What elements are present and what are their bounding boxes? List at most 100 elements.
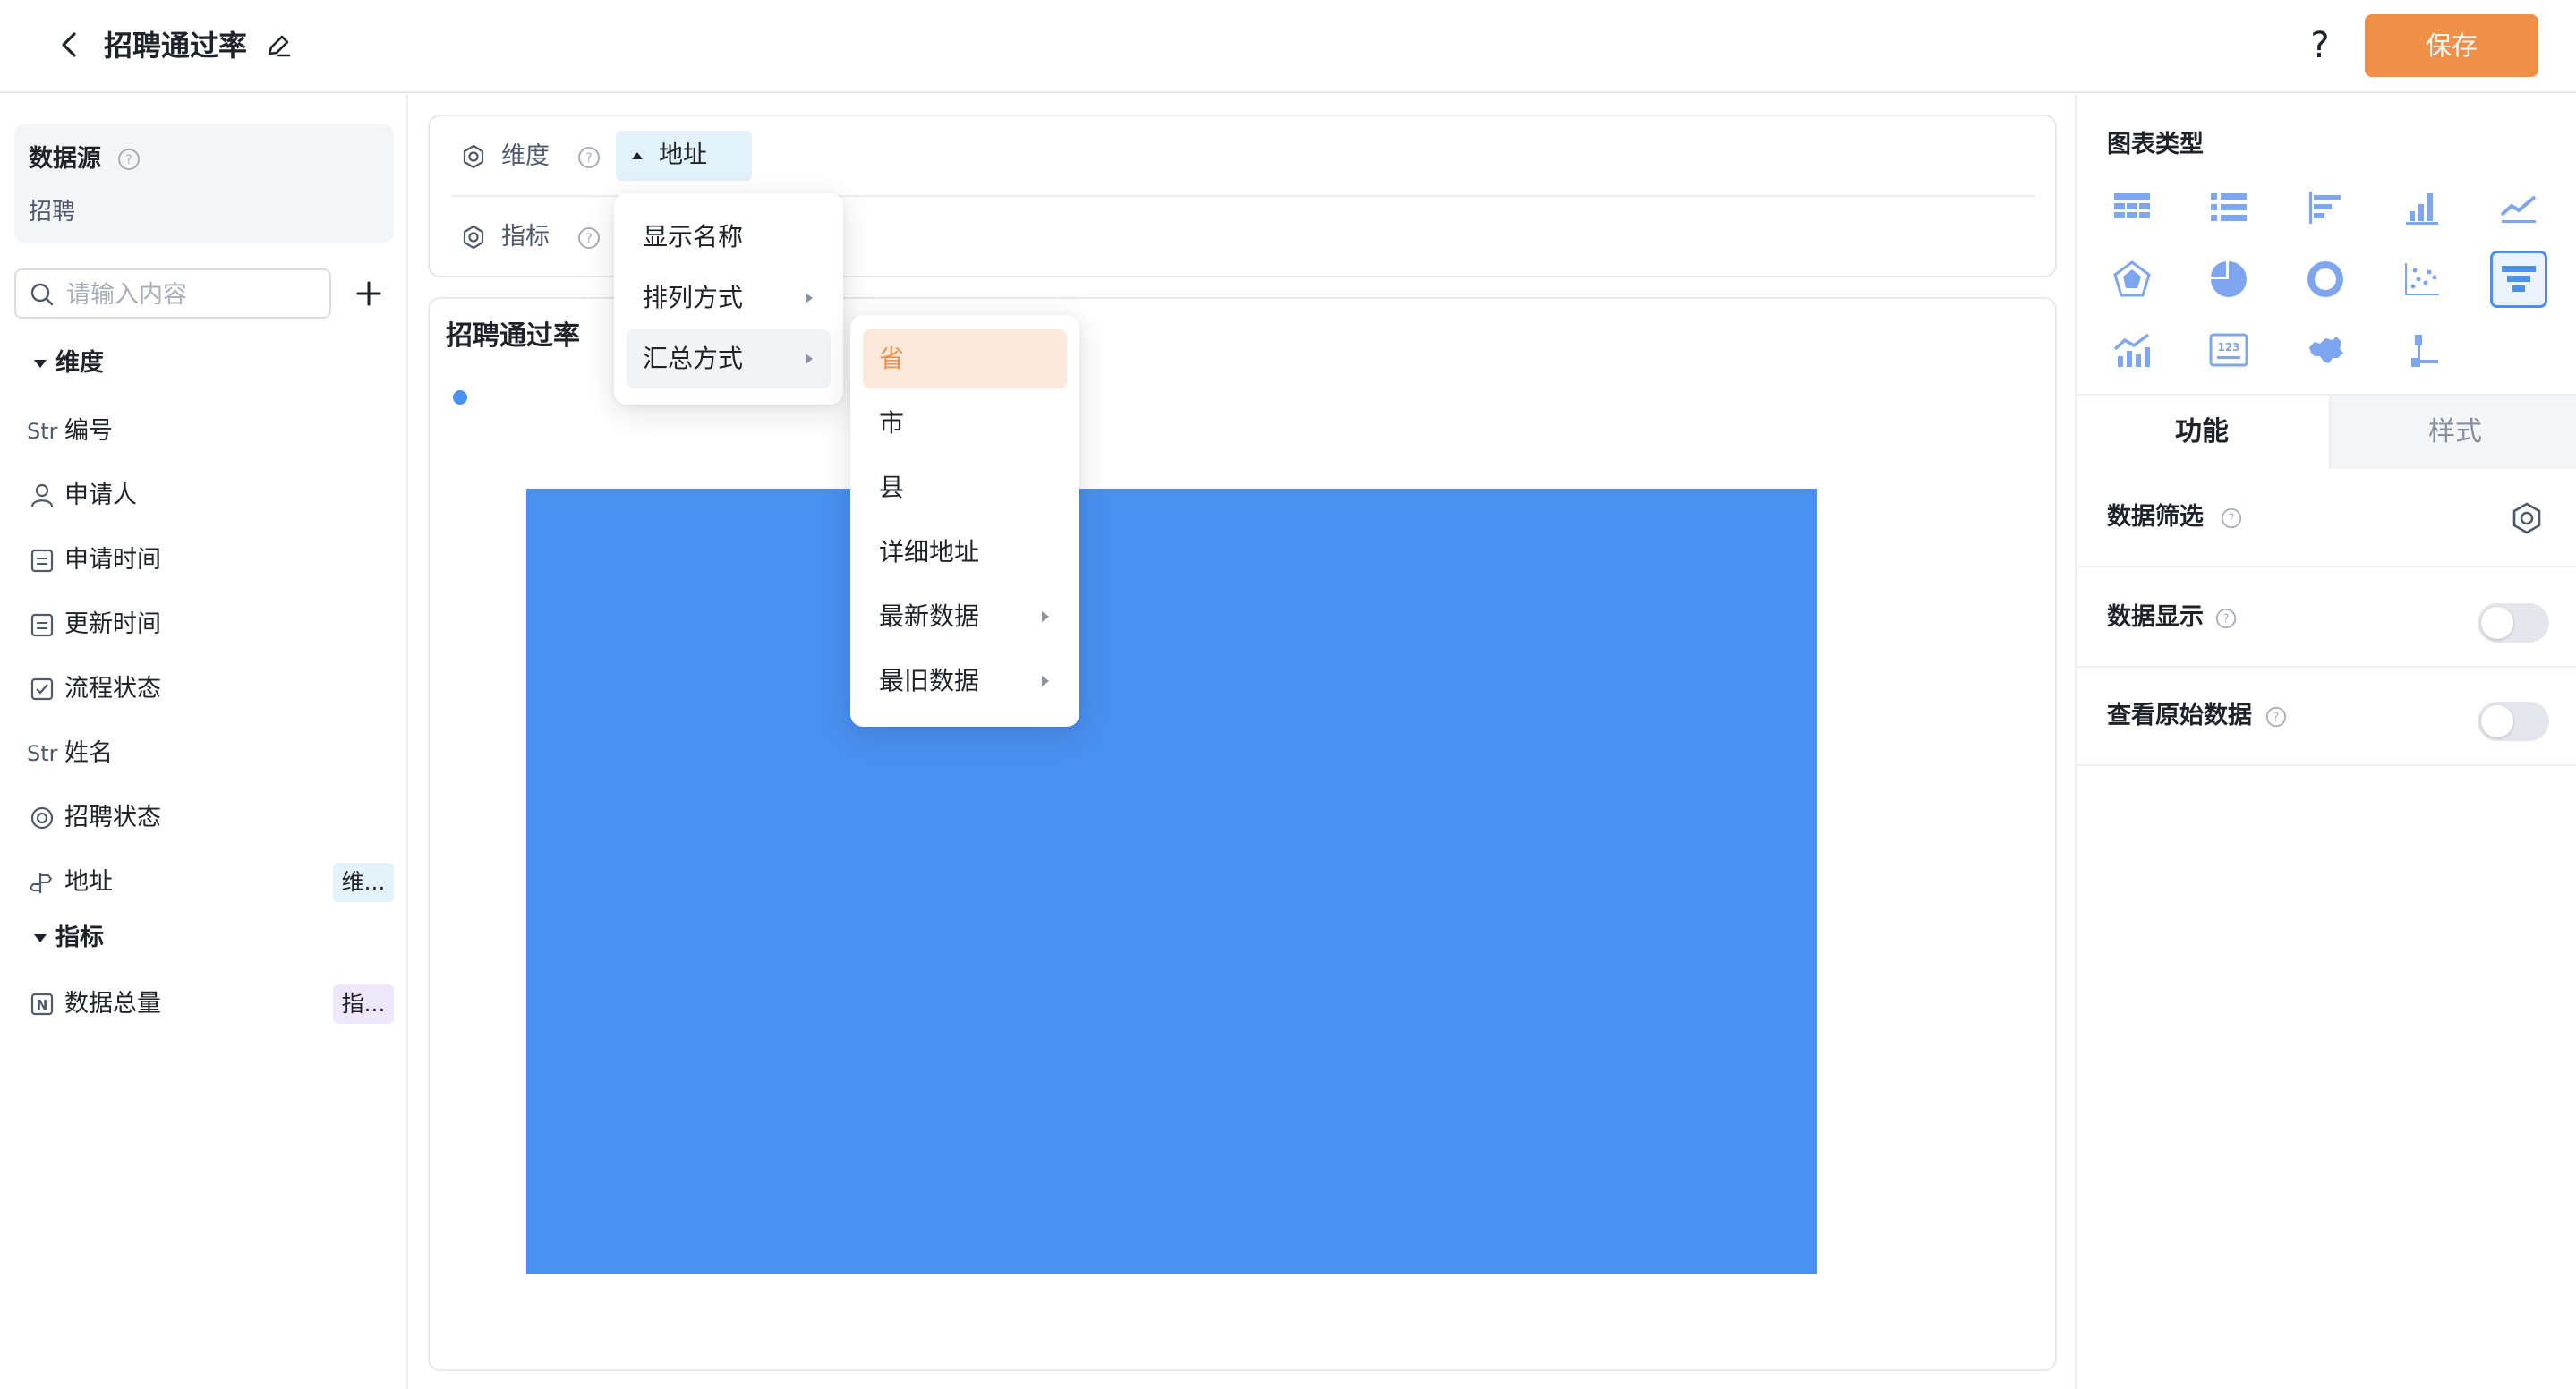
- svg-text:123: 123: [2217, 341, 2239, 354]
- chart-type-bar[interactable]: [2297, 179, 2354, 236]
- tab-function[interactable]: 功能: [2077, 396, 2327, 469]
- measure-group-header[interactable]: 指标: [34, 920, 104, 956]
- chart-type-combo[interactable]: [2103, 322, 2161, 379]
- number-card-icon: 123: [2209, 333, 2248, 367]
- field-item[interactable]: 更新时间: [27, 603, 394, 646]
- field-label: 更新时间: [64, 610, 161, 638]
- field-item[interactable]: 流程状态: [27, 668, 394, 711]
- dimension-group-header[interactable]: 维度: [34, 345, 104, 381]
- question-icon[interactable]: ?: [2220, 507, 2243, 530]
- back-arrow-icon[interactable]: [52, 27, 88, 63]
- add-icon[interactable]: [351, 276, 387, 311]
- chart-type-funnel[interactable]: [2490, 251, 2547, 308]
- scatter-chart-icon: [2405, 263, 2439, 295]
- help-icon[interactable]: ?: [2300, 23, 2340, 68]
- field-item[interactable]: 申请人: [27, 474, 394, 517]
- field-item[interactable]: 招聘状态: [27, 797, 394, 839]
- view-raw-data-toggle[interactable]: [2478, 702, 2549, 741]
- svg-text:?: ?: [2229, 513, 2235, 526]
- search-input[interactable]: [66, 277, 317, 311]
- caret-down-icon: [34, 360, 47, 368]
- field-item[interactable]: 申请时间: [27, 539, 394, 582]
- menu-item-latest-data[interactable]: 最新数据: [863, 587, 1067, 646]
- panel-tabs: 功能 样式: [2077, 394, 2576, 469]
- menu-item-aggregation[interactable]: 汇总方式: [627, 329, 831, 388]
- menu-item-city[interactable]: 市: [863, 394, 1067, 453]
- data-display-toggle[interactable]: [2478, 603, 2549, 643]
- menu-item-display-name[interactable]: 显示名称: [627, 208, 831, 267]
- chart-type-map[interactable]: [2297, 322, 2354, 379]
- chart-type-table[interactable]: [2103, 179, 2161, 236]
- edit-title-icon[interactable]: [263, 30, 294, 61]
- radar-chart-icon: [2113, 260, 2151, 297]
- menu-item-sort[interactable]: 排列方式: [627, 268, 831, 328]
- chart-preview-card: 招聘通过率: [428, 297, 2057, 1371]
- location-icon: [29, 873, 53, 893]
- top-bar: 招聘通过率 ? 保存: [0, 0, 2576, 93]
- dimension-label: 维度: [501, 142, 550, 170]
- setting-label: 数据筛选: [2107, 503, 2204, 531]
- setting-view-raw-data: 查看原始数据 ?: [2077, 668, 2576, 766]
- date-icon: [30, 613, 54, 637]
- field-label: 申请人: [64, 481, 137, 509]
- setting-label: 数据显示: [2107, 603, 2204, 631]
- measure-tag: 指...: [333, 984, 394, 1024]
- chart-type-radar[interactable]: [2103, 251, 2161, 308]
- field-label: 申请时间: [64, 546, 161, 574]
- chart-type-tree[interactable]: [2393, 322, 2451, 379]
- chart-type-pie[interactable]: [2200, 251, 2257, 308]
- menu-item-province[interactable]: 省: [863, 329, 1067, 388]
- question-icon[interactable]: ?: [116, 147, 141, 172]
- svg-text:?: ?: [2273, 712, 2280, 725]
- svg-text:N: N: [37, 997, 48, 1013]
- settings-icon[interactable]: [460, 224, 487, 251]
- funnel-segment[interactable]: [526, 489, 1817, 1274]
- question-icon[interactable]: ?: [576, 226, 601, 251]
- combo-chart-icon: [2113, 333, 2150, 367]
- chart-type-donut[interactable]: [2297, 251, 2354, 308]
- menu-item-county[interactable]: 县: [863, 458, 1067, 517]
- field-label: 数据总量: [64, 990, 161, 1018]
- field-item[interactable]: 地址 维...: [27, 861, 394, 904]
- svg-text:?: ?: [125, 153, 132, 167]
- settings-icon[interactable]: [460, 143, 487, 170]
- measure-label: 指标: [501, 223, 550, 251]
- line-chart-icon: [2500, 195, 2537, 223]
- save-button[interactable]: 保存: [2365, 14, 2538, 77]
- chart-type-scatter[interactable]: [2393, 251, 2451, 308]
- svg-text:?: ?: [585, 232, 592, 246]
- question-icon[interactable]: ?: [2214, 607, 2238, 630]
- funnel-chart-icon: [2502, 266, 2536, 292]
- settings-icon[interactable]: [2510, 501, 2544, 535]
- tab-style[interactable]: 样式: [2329, 396, 2576, 469]
- setting-data-filter: 数据筛选 ?: [2077, 469, 2576, 567]
- question-icon[interactable]: ?: [2265, 705, 2288, 729]
- setting-data-display: 数据显示 ?: [2077, 569, 2576, 668]
- menu-item-detail-address[interactable]: 详细地址: [863, 523, 1067, 582]
- chart-canvas: [526, 489, 1817, 1274]
- string-type-icon: Str: [27, 741, 58, 766]
- field-item[interactable]: N 数据总量 指...: [27, 983, 394, 1026]
- chart-type-column[interactable]: [2393, 179, 2451, 236]
- pie-chart-icon: [2211, 261, 2247, 297]
- list-chart-icon: [2211, 193, 2247, 221]
- chart-type-line[interactable]: [2490, 179, 2547, 236]
- field-item[interactable]: Str 编号: [27, 410, 394, 453]
- bar-chart-icon: [2309, 192, 2341, 224]
- dimension-chip[interactable]: 地址: [616, 131, 752, 181]
- question-icon[interactable]: ?: [576, 145, 601, 170]
- field-label: 招聘状态: [64, 804, 161, 831]
- field-panel: 数据源 ? 招聘 维度 Str 编号 申请人 申请时间 更新时间 流程状态: [0, 95, 408, 1389]
- chevron-right-icon: [1042, 676, 1049, 686]
- donut-chart-icon: [2307, 261, 2343, 297]
- field-item[interactable]: Str 姓名: [27, 732, 394, 775]
- field-label: 地址: [64, 868, 113, 896]
- chevron-right-icon: [806, 354, 813, 364]
- chart-type-kpi[interactable]: 123: [2200, 322, 2257, 379]
- radio-icon: [30, 806, 54, 830]
- menu-item-oldest-data[interactable]: 最旧数据: [863, 652, 1067, 711]
- search-icon: [30, 283, 54, 306]
- string-type-icon: Str: [27, 419, 58, 444]
- chart-type-list[interactable]: [2200, 179, 2257, 236]
- field-label: 编号: [64, 417, 113, 445]
